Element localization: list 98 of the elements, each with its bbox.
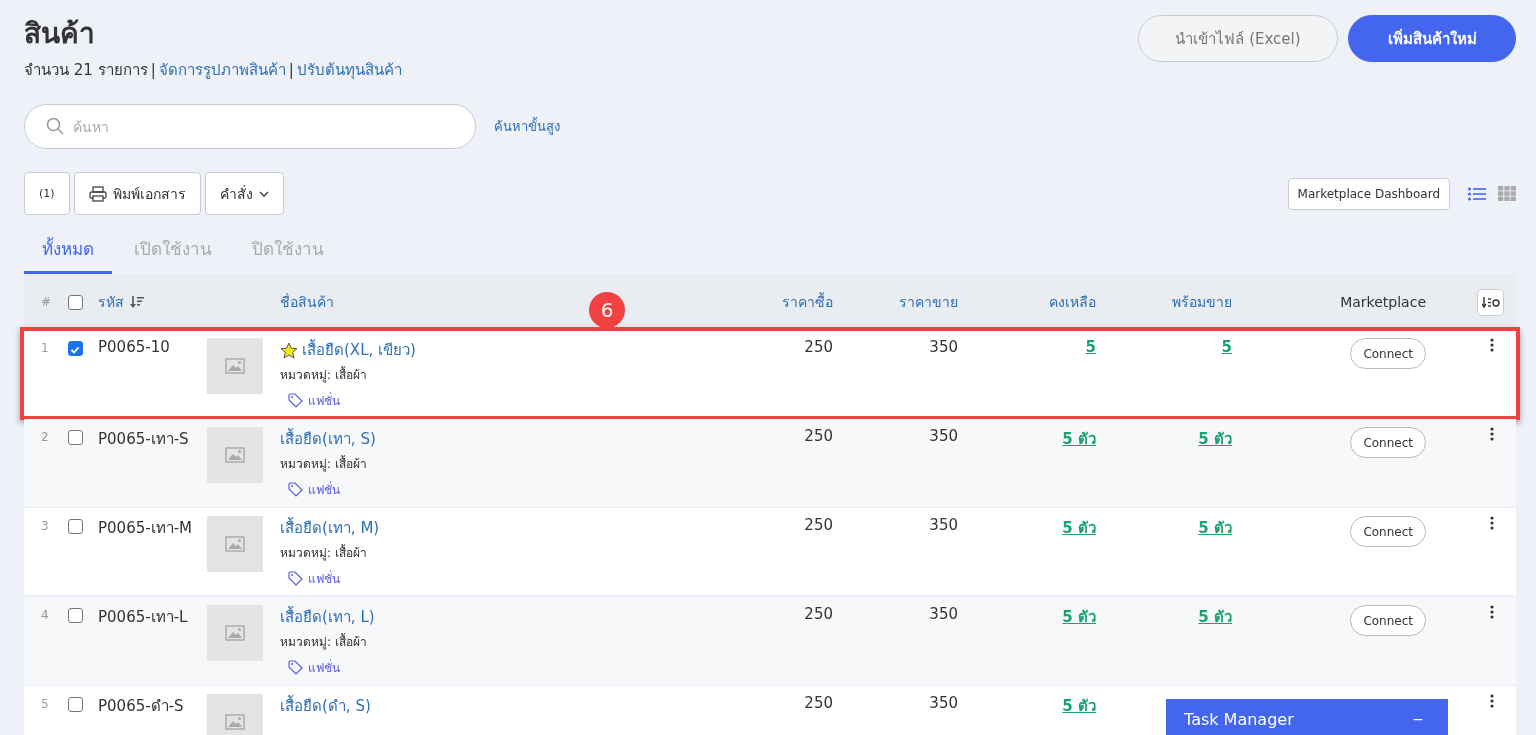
sell-price: 350 bbox=[929, 338, 958, 356]
sell-price: 350 bbox=[929, 605, 958, 623]
ready-quantity-link[interactable]: 5 bbox=[1221, 338, 1232, 356]
tag-icon bbox=[288, 660, 303, 675]
task-manager-title: Task Manager bbox=[1184, 709, 1294, 729]
column-header[interactable]: คงเหลือ bbox=[1049, 294, 1096, 310]
buy-price: 250 bbox=[804, 605, 833, 623]
column-header[interactable]: ชื่อสินค้า bbox=[280, 291, 334, 313]
sort-order-icon bbox=[1481, 296, 1500, 308]
checkmark-icon bbox=[69, 344, 81, 356]
select-all-checkbox[interactable] bbox=[68, 294, 83, 310]
more-options-icon[interactable] bbox=[1490, 338, 1494, 352]
product-tag: แฟชั่น bbox=[308, 480, 340, 499]
column-header[interactable]: Marketplace bbox=[1340, 294, 1426, 310]
image-icon bbox=[225, 625, 245, 641]
sell-price: 350 bbox=[929, 516, 958, 534]
image-icon bbox=[225, 358, 245, 374]
column-header[interactable]: รหัส bbox=[98, 291, 124, 313]
buy-price: 250 bbox=[804, 516, 833, 534]
header-link[interactable]: จัดการรูปภาพสินค้า bbox=[158, 58, 286, 82]
product-name-link[interactable]: เสื้อยืด(เทา, M) bbox=[280, 516, 380, 540]
image-icon bbox=[225, 536, 245, 552]
connect-button[interactable]: Connect bbox=[1350, 605, 1426, 636]
selected-count-button[interactable]: (1) bbox=[24, 172, 70, 215]
more-options-icon[interactable] bbox=[1490, 516, 1494, 530]
stock-quantity-link[interactable]: 5 ตัว bbox=[1062, 519, 1096, 537]
product-tag: แฟชั่น bbox=[308, 569, 340, 588]
item-count: จำนวน 21 รายการ bbox=[24, 60, 148, 81]
row-checkbox[interactable] bbox=[68, 519, 83, 534]
list-view-icon[interactable] bbox=[1468, 186, 1486, 201]
tag-icon bbox=[288, 482, 303, 497]
command-dropdown[interactable]: คำสั่ง bbox=[204, 172, 284, 215]
column-header: # bbox=[40, 295, 53, 309]
page-title: สินค้า bbox=[24, 16, 96, 52]
product-name-link[interactable]: เสื้อยืด(ดำ, S) bbox=[280, 694, 371, 718]
product-category: หมวดหมู่: เสื้อผ้า bbox=[280, 365, 368, 384]
buy-price: 250 bbox=[804, 338, 833, 356]
tag-icon bbox=[288, 571, 303, 586]
image-icon bbox=[225, 714, 245, 730]
row-number: 1 bbox=[40, 340, 50, 355]
product-name-link[interactable]: เสื้อยืด(เทา, L) bbox=[280, 605, 375, 629]
row-checkbox[interactable] bbox=[68, 341, 83, 356]
column-sort-button[interactable] bbox=[1477, 288, 1504, 316]
row-number: 5 bbox=[40, 696, 50, 711]
buy-price: 250 bbox=[804, 694, 833, 712]
more-options-icon[interactable] bbox=[1490, 427, 1494, 441]
advanced-search-link[interactable]: ค้นหาขั้นสูง bbox=[494, 116, 560, 137]
row-checkbox[interactable] bbox=[68, 697, 83, 712]
more-options-icon[interactable] bbox=[1490, 605, 1494, 619]
row-number: 4 bbox=[40, 607, 50, 622]
marketplace-dashboard-button[interactable]: Marketplace Dashboard bbox=[1287, 177, 1450, 210]
print-button[interactable]: พิมพ์เอกสาร bbox=[73, 172, 201, 215]
column-header[interactable]: ราคาซื้อ bbox=[782, 294, 833, 310]
sell-price: 350 bbox=[929, 694, 958, 712]
sell-price: 350 bbox=[929, 427, 958, 445]
product-category: หมวดหมู่: เสื้อผ้า bbox=[280, 454, 368, 473]
row-number: 3 bbox=[40, 518, 50, 533]
product-code: P0065-เทา-S bbox=[98, 429, 190, 450]
column-header[interactable]: ราคาขาย bbox=[899, 294, 958, 310]
product-category: หมวดหมู่: เสื้อผ้า bbox=[280, 632, 368, 651]
tag-icon bbox=[288, 393, 303, 408]
separator: | bbox=[150, 61, 156, 79]
stock-quantity-link[interactable]: 5 ตัว bbox=[1062, 697, 1096, 715]
printer-icon bbox=[88, 185, 107, 202]
product-code: P0065-เทา-M bbox=[98, 518, 193, 539]
ready-quantity-link[interactable]: 5 ตัว bbox=[1198, 430, 1232, 448]
column-header[interactable]: พร้อมขาย bbox=[1172, 294, 1232, 310]
image-icon bbox=[225, 447, 245, 463]
buy-price: 250 bbox=[804, 427, 833, 445]
separator: | bbox=[288, 61, 294, 79]
ready-quantity-link[interactable]: 5 ตัว bbox=[1198, 608, 1232, 626]
connect-button[interactable]: Connect bbox=[1350, 338, 1426, 369]
product-code: P0065-10 bbox=[98, 338, 171, 356]
product-name-link[interactable]: เสื้อยืด(XL, เขียว) bbox=[302, 338, 416, 362]
stock-quantity-link[interactable]: 5 ตัว bbox=[1062, 608, 1096, 626]
search-field[interactable]: ค้นหา bbox=[24, 104, 476, 149]
chevron-down-icon bbox=[258, 190, 269, 197]
add-product-button[interactable]: เพิ่มสินค้าใหม่ bbox=[1348, 15, 1516, 62]
product-tag: แฟชั่น bbox=[308, 658, 340, 677]
product-tag: แฟชั่น bbox=[308, 391, 340, 410]
row-checkbox[interactable] bbox=[68, 430, 83, 445]
sort-icon[interactable] bbox=[130, 295, 144, 309]
header-link[interactable]: ปรับต้นทุนสินค้า bbox=[296, 58, 402, 82]
product-category: หมวดหมู่: เสื้อผ้า bbox=[280, 543, 368, 562]
product-name-link[interactable]: เสื้อยืด(เทา, S) bbox=[280, 427, 376, 451]
import-excel-button[interactable]: นำเข้าไฟล์ (Excel) bbox=[1138, 15, 1338, 62]
product-code: P0065-ดำ-S bbox=[98, 696, 185, 717]
more-options-icon[interactable] bbox=[1490, 694, 1494, 708]
stock-quantity-link[interactable]: 5 bbox=[1085, 338, 1096, 356]
task-manager-bar[interactable]: Task Manager − bbox=[1166, 699, 1448, 735]
stock-quantity-link[interactable]: 5 ตัว bbox=[1062, 430, 1096, 448]
product-code: P0065-เทา-L bbox=[98, 607, 189, 628]
row-number: 2 bbox=[40, 429, 50, 444]
connect-button[interactable]: Connect bbox=[1350, 516, 1426, 547]
row-checkbox[interactable] bbox=[68, 608, 83, 623]
connect-button[interactable]: Connect bbox=[1350, 427, 1426, 458]
ready-quantity-link[interactable]: 5 ตัว bbox=[1198, 519, 1232, 537]
minimize-button[interactable]: − bbox=[1406, 711, 1430, 727]
